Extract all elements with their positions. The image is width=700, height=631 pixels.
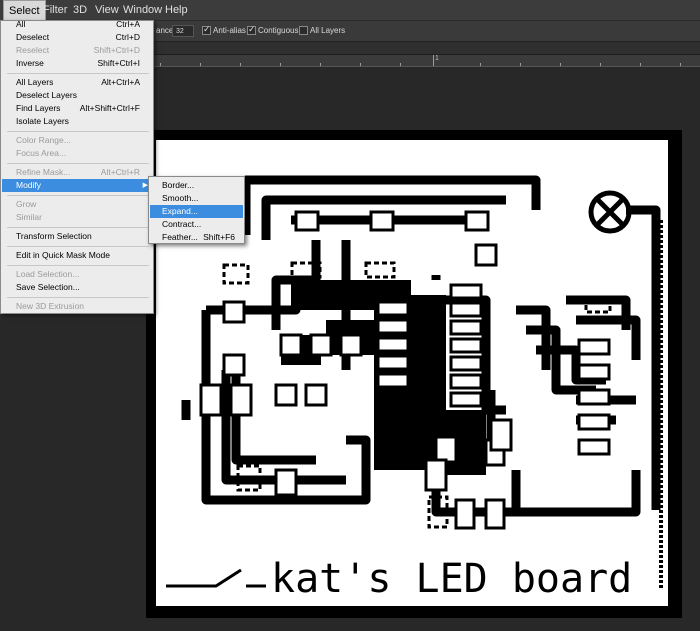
menu-item-modify[interactable]: Modify ▶ bbox=[2, 179, 152, 192]
ruler-tick bbox=[240, 63, 241, 66]
submenu-item-smooth[interactable]: Smooth... bbox=[150, 192, 243, 205]
anti-alias-checkbox[interactable] bbox=[202, 24, 211, 35]
contiguous-label: Contiguous bbox=[258, 26, 299, 35]
menu-item-transform-selection[interactable]: Transform Selection bbox=[2, 230, 152, 243]
submenu-item-expand[interactable]: Expand... bbox=[150, 205, 243, 218]
submenu-item-feather[interactable]: Feather... Shift+F6 bbox=[150, 231, 243, 244]
ruler-tick bbox=[560, 63, 561, 66]
ruler-tick bbox=[480, 63, 481, 66]
ruler-tick bbox=[280, 63, 281, 66]
menu-separator bbox=[7, 246, 149, 247]
submenu-item-border[interactable]: Border... bbox=[150, 179, 243, 192]
menu-item-refine-mask: Refine Mask... Alt+Ctrl+R bbox=[16, 167, 140, 177]
menu-item-save-selection[interactable]: Save Selection... bbox=[2, 281, 152, 294]
modify-submenu: Border... Smooth... Expand... Contract..… bbox=[148, 176, 245, 244]
menu-separator bbox=[7, 195, 149, 196]
ruler-tick bbox=[400, 63, 401, 66]
menu-help[interactable]: Help bbox=[160, 0, 193, 20]
ruler-tick-major bbox=[433, 55, 434, 66]
all-layers-label: All Layers bbox=[310, 26, 346, 35]
menu-item-load-selection: Load Selection... bbox=[16, 269, 80, 279]
select-menu-dropdown: All Ctrl+A Deselect Ctrl+D Reselect Shift+C… bbox=[0, 18, 154, 314]
ruler-tick bbox=[520, 63, 521, 66]
submenu-item-contract[interactable]: Contract... bbox=[150, 218, 243, 231]
ruler-tick bbox=[360, 63, 361, 66]
contiguous-checkbox[interactable] bbox=[247, 24, 256, 35]
ruler-tick bbox=[680, 63, 681, 66]
menu-separator bbox=[7, 297, 149, 298]
menu-item-new-3d-extrusion: New 3D Extrusion bbox=[16, 301, 85, 311]
ruler-tick bbox=[600, 63, 601, 66]
menu-separator bbox=[7, 265, 149, 266]
anti-alias-label: Anti-alias bbox=[213, 26, 246, 35]
tolerance-input[interactable]: 32 bbox=[172, 25, 194, 37]
menu-separator bbox=[7, 131, 149, 132]
ruler-tick bbox=[640, 63, 641, 66]
menu-separator bbox=[7, 227, 149, 228]
menu-item-deselect-layers[interactable]: Deselect Layers bbox=[2, 89, 152, 102]
menu-item-isolate-layers[interactable]: Isolate Layers bbox=[2, 115, 152, 128]
board-label: kat's LED board bbox=[271, 556, 632, 602]
ruler-tick bbox=[320, 63, 321, 66]
menu-item-all-layers[interactable]: All Layers Alt+Ctrl+A bbox=[2, 76, 152, 89]
menu-item-color-range: Color Range... bbox=[16, 135, 71, 145]
menu-item-deselect[interactable]: Deselect Ctrl+D bbox=[2, 31, 152, 44]
ruler-number: 1 bbox=[435, 55, 439, 62]
menu-3d[interactable]: 3D bbox=[68, 0, 92, 20]
menu-separator bbox=[7, 73, 149, 74]
menu-item-grow: Grow bbox=[16, 199, 37, 209]
menu-item-find-layers[interactable]: Find Layers Alt+Shift+Ctrl+F bbox=[2, 102, 152, 115]
menu-item-reselect: Reselect Shift+Ctrl+D bbox=[16, 45, 140, 55]
menu-item-focus-area: Focus Area... bbox=[16, 148, 67, 158]
all-layers-checkbox[interactable] bbox=[299, 26, 308, 35]
menu-item-quick-mask[interactable]: Edit in Quick Mask Mode bbox=[2, 249, 152, 262]
menu-item-all[interactable]: All Ctrl+A bbox=[2, 18, 152, 31]
menu-item-similar: Similar bbox=[16, 212, 42, 222]
menu-separator bbox=[7, 163, 149, 164]
ruler-tick bbox=[200, 63, 201, 66]
menu-item-inverse[interactable]: Inverse Shift+Ctrl+I bbox=[2, 57, 152, 70]
ruler-tick bbox=[160, 63, 161, 66]
